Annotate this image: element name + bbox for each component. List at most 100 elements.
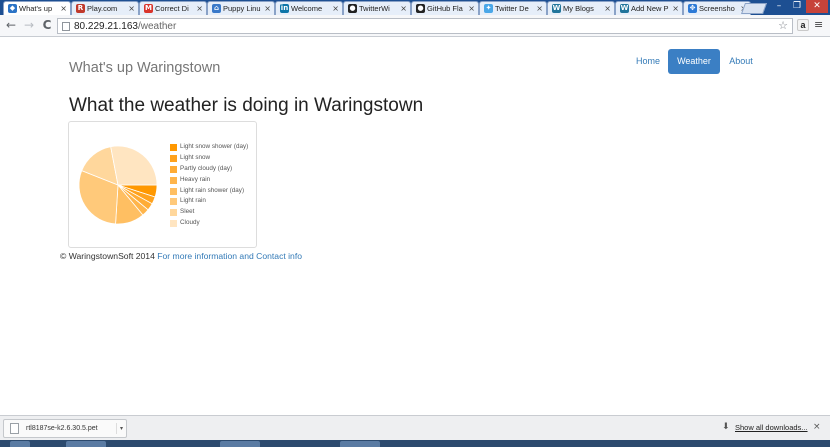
browser-tab[interactable]: ✦ Twitter De × <box>479 1 547 15</box>
weather-chart-panel: Light snow shower (day) Light snow Partly … <box>68 121 257 248</box>
wordpress-icon: W <box>552 4 561 13</box>
legend-item: Sleet <box>169 207 257 218</box>
new-tab-button[interactable] <box>740 3 768 14</box>
tab-close-icon[interactable]: × <box>672 3 679 14</box>
browser-tab[interactable]: ⌂ Puppy Linu × <box>207 1 275 15</box>
tab-close-icon[interactable]: × <box>128 3 135 14</box>
tab-title: Correct Di <box>155 4 189 13</box>
tab-close-icon[interactable]: × <box>264 3 271 14</box>
url-path: /weather <box>137 21 177 32</box>
legend-swatch <box>170 209 177 217</box>
chart-legend: Light snow shower (day) Light snow Partly … <box>169 142 257 229</box>
chevron-down-icon[interactable]: ▾ <box>116 423 126 434</box>
browser-window: ◆ What's up × R Play.com × M Correct Di × ⌂ Puppy … <box>0 0 830 447</box>
legend-swatch <box>170 187 177 195</box>
browser-tab[interactable]: W My Blogs × <box>547 1 615 15</box>
legend-swatch <box>170 154 177 162</box>
browser-tab[interactable]: W Add New P × <box>615 1 683 15</box>
amazon-extension-icon[interactable]: a <box>797 19 809 31</box>
bookmark-star-icon[interactable]: ☆ <box>778 19 788 33</box>
browser-tab[interactable]: ◆ What's up × <box>3 1 71 15</box>
legend-label: Cloudy <box>180 219 200 227</box>
github-icon: ● <box>416 4 425 13</box>
tab-close-icon[interactable]: × <box>468 3 475 14</box>
legend-label: Sleet <box>180 208 195 216</box>
tab-title: My Blogs <box>563 4 594 13</box>
tab-close-icon[interactable]: × <box>60 3 67 14</box>
tab-close-icon[interactable]: × <box>400 3 407 14</box>
tab-title: What's up <box>19 4 53 13</box>
restore-window-button[interactable]: ❐ <box>788 0 806 13</box>
site-nav: Home Weather About <box>0 49 830 74</box>
close-icon[interactable]: × <box>813 421 821 433</box>
page-heading: What the weather is doing in Waringstown <box>69 95 424 116</box>
gmail-icon: M <box>144 4 153 13</box>
wordpress-icon: W <box>620 4 629 13</box>
browser-tab[interactable]: ● TwitterWi × <box>343 1 411 15</box>
legend-label: Light snow shower (day) <box>180 143 249 150</box>
contact-info-link[interactable]: For more information and Contact info <box>157 251 302 261</box>
footer-copyright: © WaringstownSoft 2014 <box>60 251 158 261</box>
download-shelf: rtl8187se-k2.6.30.5.pet ▾ ⬇ Show all dow… <box>0 415 830 440</box>
download-icon: ⬇ <box>722 422 730 432</box>
taskbar-item[interactable] <box>66 441 106 447</box>
close-window-button[interactable]: ✕ <box>806 0 828 13</box>
tab-close-icon[interactable]: × <box>536 3 543 14</box>
pie-slice <box>110 145 158 186</box>
legend-swatch <box>170 176 177 184</box>
page-footer: © WaringstownSoft 2014 For more informat… <box>60 250 302 262</box>
legend-label: Partly cloudy (day) <box>180 164 233 172</box>
browser-tab[interactable]: ● GitHub Fla × <box>411 1 479 15</box>
house-icon: ⌂ <box>212 4 221 13</box>
legend-item: Partly cloudy (day) <box>169 164 257 175</box>
legend-swatch <box>170 198 177 206</box>
back-arrow-icon[interactable]: ← <box>4 18 18 32</box>
menu-icon[interactable]: ≡ <box>814 19 824 31</box>
r-logo-icon: R <box>76 4 85 13</box>
tab-title: Play.com <box>87 4 118 13</box>
tab-title: Puppy Linu <box>223 4 261 13</box>
tab-title: Twitter De <box>495 4 529 13</box>
taskbar-item[interactable] <box>220 441 260 447</box>
legend-item: Light rain shower (day) <box>169 186 257 197</box>
download-item[interactable]: rtl8187se-k2.6.30.5.pet ▾ <box>3 419 127 438</box>
url-text[interactable]: 80.229.21.163/weather <box>74 20 176 33</box>
browser-toolbar: ← → C 80.229.21.163/weather ☆ a ≡ <box>0 15 830 37</box>
nav-home-link[interactable]: Home <box>632 49 664 74</box>
show-all-downloads-link[interactable]: Show all downloads... <box>735 422 808 433</box>
tab-title: TwitterWi <box>359 4 390 13</box>
url-host: 80.229.21.163 <box>74 21 138 32</box>
legend-swatch <box>170 165 177 173</box>
github-icon: ● <box>348 4 357 13</box>
file-icon <box>10 423 19 434</box>
page-icon <box>62 22 70 31</box>
tab-title: Welcome <box>291 4 323 13</box>
tab-close-icon[interactable]: × <box>196 3 203 14</box>
browser-tab[interactable]: M Correct Di × <box>139 1 207 15</box>
legend-label: Light snow <box>180 153 211 161</box>
legend-item: Heavy rain <box>169 175 257 186</box>
reload-icon[interactable]: C <box>40 18 54 32</box>
address-bar[interactable]: 80.229.21.163/weather ☆ <box>57 18 793 34</box>
legend-label: Light rain <box>180 197 206 205</box>
weather-pie-chart <box>78 145 158 225</box>
browser-tab[interactable]: R Play.com × <box>71 1 139 15</box>
tab-close-icon[interactable]: × <box>332 3 339 14</box>
taskbar-item[interactable] <box>340 441 380 447</box>
forward-arrow-icon[interactable]: → <box>22 18 36 32</box>
download-file-name[interactable]: rtl8187se-k2.6.30.5.pet <box>26 423 98 434</box>
legend-item: Cloudy <box>169 218 257 229</box>
code-arrows-icon: ◆ <box>8 4 17 13</box>
legend-item: Light rain <box>169 196 257 207</box>
legend-item: Light snow <box>169 153 257 164</box>
tab-title: Add New P <box>631 4 669 13</box>
browser-tab[interactable]: in Welcome × <box>275 1 343 15</box>
nav-about-link[interactable]: About <box>725 49 757 74</box>
linkedin-icon: in <box>280 4 289 13</box>
tab-close-icon[interactable]: × <box>604 3 611 14</box>
tab-title: GitHub Fla <box>427 4 463 13</box>
nav-weather-link[interactable]: Weather <box>668 49 720 74</box>
legend-item: Light snow shower (day) <box>169 142 257 153</box>
taskbar-item[interactable] <box>10 441 30 447</box>
minimize-window-button[interactable]: – <box>770 0 788 13</box>
